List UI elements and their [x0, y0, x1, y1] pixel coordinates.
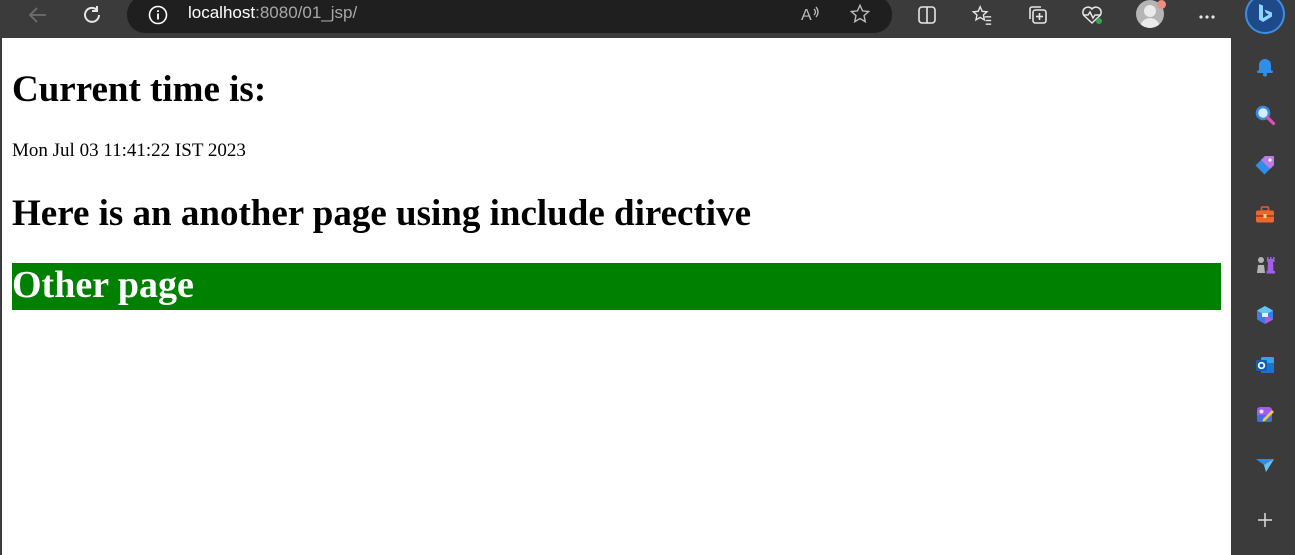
split-screen-icon	[916, 4, 938, 26]
browser-sidebar	[1231, 38, 1295, 555]
svg-text:A: A	[801, 7, 812, 24]
current-time-value: Mon Jul 03 11:41:22 IST 2023	[12, 140, 246, 161]
designer-icon[interactable]	[1253, 403, 1277, 427]
browser-toolbar: localhost:8080/01_jsp/ A	[0, 0, 1295, 38]
microsoft-365-icon[interactable]	[1253, 303, 1277, 327]
more-options-button[interactable]	[1190, 0, 1224, 30]
games-icon[interactable]	[1253, 253, 1277, 277]
read-aloud-icon[interactable]: A	[797, 1, 825, 27]
favorites-icon	[970, 4, 994, 26]
collections-button[interactable]	[1020, 0, 1054, 30]
profile-notification-dot	[1157, 0, 1166, 9]
back-button[interactable]	[21, 0, 55, 30]
browser-essentials-icon	[1080, 4, 1104, 26]
more-options-icon	[1196, 4, 1218, 26]
search-icon[interactable]	[1253, 103, 1277, 127]
included-page-block: Other page	[12, 263, 1221, 310]
info-icon[interactable]	[147, 4, 169, 31]
browser-essentials-button[interactable]	[1075, 0, 1109, 30]
favorite-star-icon[interactable]	[846, 1, 874, 27]
refresh-icon	[81, 4, 103, 26]
add-icon[interactable]	[1253, 508, 1277, 532]
refresh-button[interactable]	[75, 0, 109, 30]
shopping-tag-icon[interactable]	[1253, 153, 1277, 177]
included-page-heading: Other page	[12, 264, 194, 306]
back-arrow-icon	[27, 4, 49, 26]
collections-icon	[1026, 4, 1048, 26]
bing-copilot-icon[interactable]	[1245, 0, 1285, 34]
avatar-head	[1144, 5, 1156, 17]
address-bar[interactable]: localhost:8080/01_jsp/ A	[127, 0, 892, 33]
avatar-body	[1140, 18, 1160, 28]
url-host: localhost	[188, 3, 256, 22]
bell-icon[interactable]	[1253, 54, 1277, 78]
tools-icon[interactable]	[1253, 203, 1277, 227]
favorites-button[interactable]	[965, 0, 999, 30]
current-time-heading: Current time is:	[12, 69, 267, 110]
include-directive-heading: Here is an another page using include di…	[12, 193, 751, 234]
split-screen-button[interactable]	[910, 0, 944, 30]
page-content: Current time is: Mon Jul 03 11:41:22 IST…	[2, 38, 1231, 555]
url-path: :8080/01_jsp/	[255, 3, 358, 22]
outlook-icon[interactable]	[1253, 353, 1277, 377]
url-text[interactable]: localhost:8080/01_jsp/	[188, 3, 357, 23]
drop-icon[interactable]	[1253, 453, 1277, 477]
